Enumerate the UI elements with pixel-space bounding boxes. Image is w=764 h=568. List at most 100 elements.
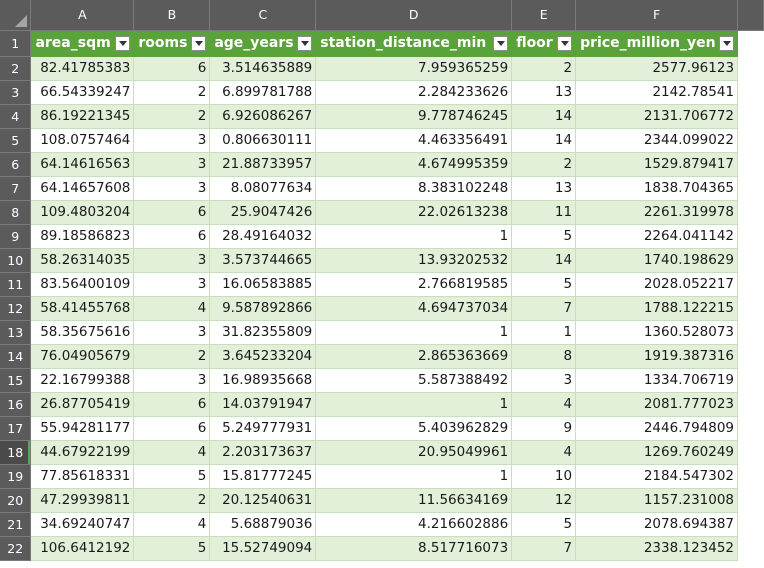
data-cell[interactable]: 5 <box>133 464 211 489</box>
data-cell[interactable]: 6 <box>133 392 211 417</box>
row-number[interactable]: 17 <box>0 416 32 441</box>
data-cell[interactable]: 2 <box>133 344 211 369</box>
column-header-empty[interactable] <box>737 0 764 31</box>
empty-cell[interactable] <box>737 296 764 320</box>
data-cell[interactable]: 3 <box>133 320 211 345</box>
data-cell[interactable]: 2 <box>511 152 577 177</box>
data-cell[interactable]: 13.93202532 <box>315 248 513 273</box>
empty-cell[interactable] <box>737 56 764 80</box>
select-all-corner[interactable] <box>0 0 32 31</box>
data-cell[interactable]: 28.49164032 <box>209 224 317 249</box>
data-cell[interactable]: 13 <box>511 80 577 105</box>
row-number[interactable]: 6 <box>0 152 32 177</box>
data-cell[interactable]: 5 <box>133 536 211 561</box>
data-cell[interactable]: 2078.694387 <box>575 512 739 537</box>
row-number[interactable]: 7 <box>0 176 32 201</box>
data-cell[interactable]: 8 <box>511 344 577 369</box>
empty-cell[interactable] <box>737 512 764 536</box>
data-cell[interactable]: 2264.041142 <box>575 224 739 249</box>
column-header-c[interactable]: C <box>209 0 317 31</box>
data-cell[interactable]: 3.573744665 <box>209 248 317 273</box>
data-cell[interactable]: 2.766819585 <box>315 272 513 297</box>
header-cell-price[interactable]: price_million_yen <box>575 30 739 57</box>
empty-cell[interactable] <box>737 80 764 104</box>
row-number[interactable]: 20 <box>0 488 32 513</box>
data-cell[interactable]: 58.41455768 <box>30 296 135 321</box>
empty-cell[interactable] <box>737 128 764 152</box>
data-cell[interactable]: 6 <box>133 416 211 441</box>
data-cell[interactable]: 6 <box>133 224 211 249</box>
data-cell[interactable]: 2081.777023 <box>575 392 739 417</box>
data-cell[interactable]: 47.29939811 <box>30 488 135 513</box>
data-cell[interactable]: 8.08077634 <box>209 176 317 201</box>
data-cell[interactable]: 1269.760249 <box>575 440 739 465</box>
row-number[interactable]: 14 <box>0 344 32 369</box>
data-cell[interactable]: 82.41785383 <box>30 56 135 81</box>
empty-cell[interactable] <box>737 416 764 440</box>
data-cell[interactable]: 2261.319978 <box>575 200 739 225</box>
data-cell[interactable]: 5 <box>511 272 577 297</box>
data-cell[interactable]: 64.14616563 <box>30 152 135 177</box>
data-cell[interactable]: 5 <box>511 512 577 537</box>
data-cell[interactable]: 4.216602886 <box>315 512 513 537</box>
row-number[interactable]: 8 <box>0 200 32 225</box>
data-cell[interactable]: 14 <box>511 104 577 129</box>
data-cell[interactable]: 9.778746245 <box>315 104 513 129</box>
empty-cell[interactable] <box>737 104 764 128</box>
data-cell[interactable]: 9.587892866 <box>209 296 317 321</box>
data-cell[interactable]: 2338.123452 <box>575 536 739 561</box>
data-cell[interactable]: 6 <box>133 56 211 81</box>
empty-cell[interactable] <box>737 440 764 464</box>
column-header-f[interactable]: F <box>575 0 739 31</box>
row-number[interactable]: 19 <box>0 464 32 489</box>
empty-cell[interactable] <box>737 464 764 488</box>
data-cell[interactable]: 2131.706772 <box>575 104 739 129</box>
row-number[interactable]: 16 <box>0 392 32 417</box>
data-cell[interactable]: 1334.706719 <box>575 368 739 393</box>
data-cell[interactable]: 4 <box>511 440 577 465</box>
header-cell-age-years[interactable]: age_years <box>209 30 317 57</box>
row-number[interactable]: 22 <box>0 536 32 561</box>
row-number[interactable]: 5 <box>0 128 32 153</box>
empty-cell[interactable] <box>737 320 764 344</box>
data-cell[interactable]: 2.865363669 <box>315 344 513 369</box>
data-cell[interactable]: 6.899781788 <box>209 80 317 105</box>
empty-cell[interactable] <box>737 344 764 368</box>
data-cell[interactable]: 22.16799388 <box>30 368 135 393</box>
data-cell[interactable]: 5 <box>511 224 577 249</box>
data-cell[interactable]: 14 <box>511 248 577 273</box>
column-header-a[interactable]: A <box>30 0 135 31</box>
data-cell[interactable]: 64.14657608 <box>30 176 135 201</box>
data-cell[interactable]: 58.26314035 <box>30 248 135 273</box>
data-cell[interactable]: 2577.96123 <box>575 56 739 81</box>
data-cell[interactable]: 6 <box>133 200 211 225</box>
data-cell[interactable]: 25.9047426 <box>209 200 317 225</box>
data-cell[interactable]: 16.98935668 <box>209 368 317 393</box>
data-cell[interactable]: 14 <box>511 128 577 153</box>
column-header-b[interactable]: B <box>133 0 211 31</box>
row-number[interactable]: 10 <box>0 248 32 273</box>
data-cell[interactable]: 0.806630111 <box>209 128 317 153</box>
data-cell[interactable]: 3 <box>133 128 211 153</box>
data-cell[interactable]: 3 <box>133 248 211 273</box>
data-cell[interactable]: 5.249777931 <box>209 416 317 441</box>
row-number[interactable]: 3 <box>0 80 32 105</box>
data-cell[interactable]: 2 <box>133 104 211 129</box>
data-cell[interactable]: 108.0757464 <box>30 128 135 153</box>
data-cell[interactable]: 86.19221345 <box>30 104 135 129</box>
row-number[interactable]: 4 <box>0 104 32 129</box>
data-cell[interactable]: 1157.231008 <box>575 488 739 513</box>
data-cell[interactable]: 76.04905679 <box>30 344 135 369</box>
data-cell[interactable]: 1919.387316 <box>575 344 739 369</box>
empty-cell[interactable] <box>737 176 764 200</box>
filter-dropdown-icon[interactable] <box>719 35 735 51</box>
data-cell[interactable]: 58.35675616 <box>30 320 135 345</box>
data-cell[interactable]: 2.284233626 <box>315 80 513 105</box>
data-cell[interactable]: 5.403962829 <box>315 416 513 441</box>
row-number[interactable]: 2 <box>0 56 32 81</box>
data-cell[interactable]: 106.6412192 <box>30 536 135 561</box>
data-cell[interactable]: 1529.879417 <box>575 152 739 177</box>
data-cell[interactable]: 20.95049961 <box>315 440 513 465</box>
filter-dropdown-icon[interactable] <box>557 35 573 51</box>
row-number[interactable]: 12 <box>0 296 32 321</box>
